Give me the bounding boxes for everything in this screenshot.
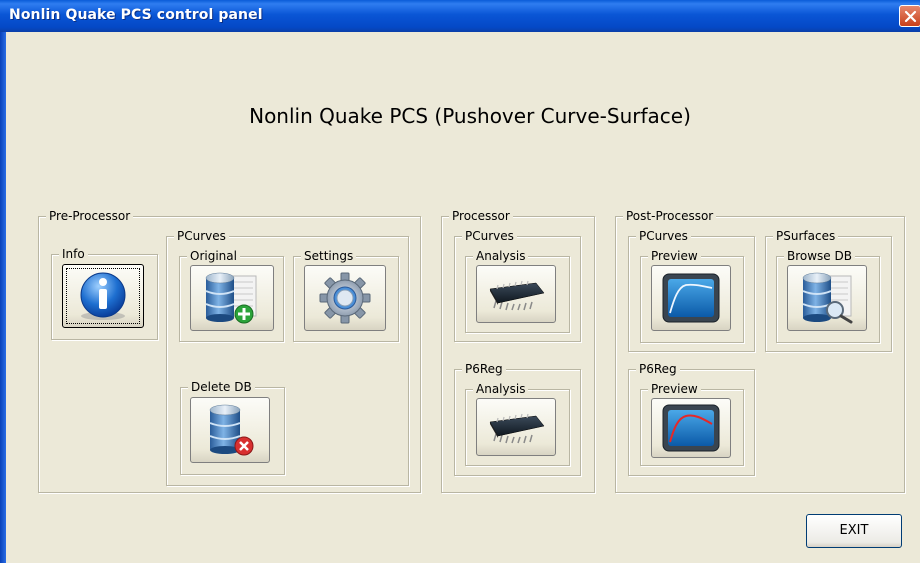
database-add-icon	[205, 272, 257, 324]
close-button[interactable]	[899, 5, 920, 27]
processor-label: Processor	[449, 208, 513, 224]
original-label: Original	[187, 248, 240, 264]
proc-pcurves-analysis-button[interactable]	[476, 265, 556, 323]
post-pcurves-label: PCurves	[636, 228, 691, 244]
post-p6reg-label: P6Reg	[636, 361, 680, 377]
post-processor-label: Post-Processor	[623, 208, 717, 224]
info-label: Info	[59, 246, 88, 262]
proc-pcurves-analysis-label: Analysis	[473, 248, 529, 264]
title-bar: Nonlin Quake PCS control panel	[0, 0, 920, 32]
browse-db-button[interactable]	[787, 265, 867, 331]
chip-icon	[489, 413, 545, 444]
pre-pcurves-label: PCurves	[174, 228, 229, 244]
exit-button[interactable]: EXIT	[806, 514, 902, 548]
database-delete-icon	[209, 404, 254, 456]
post-p6reg-preview-button[interactable]	[651, 398, 731, 458]
psurfaces-label: PSurfaces	[773, 228, 839, 244]
browse-db-label: Browse DB	[784, 248, 855, 264]
proc-p6reg-analysis-label: Analysis	[473, 381, 529, 397]
post-pcurves-preview-label: Preview	[648, 248, 701, 264]
original-button[interactable]	[190, 265, 274, 331]
settings-label: Settings	[301, 248, 357, 264]
post-pcurves-preview-button[interactable]	[651, 265, 731, 331]
proc-pcurves-label: PCurves	[462, 228, 517, 244]
window-title: Nonlin Quake PCS control panel	[9, 7, 263, 23]
delete-db-label: Delete DB	[188, 379, 255, 395]
database-search-icon	[802, 272, 853, 324]
post-p6reg-preview-label: Preview	[648, 381, 701, 397]
chip-icon	[489, 280, 545, 311]
close-icon	[904, 10, 917, 23]
curve-monitor-icon	[662, 273, 720, 323]
delete-db-button[interactable]	[190, 397, 270, 463]
settings-button[interactable]	[304, 265, 386, 331]
proc-p6reg-analysis-button[interactable]	[476, 398, 556, 456]
page-title: Nonlin Quake PCS (Pushover Curve-Surface…	[249, 104, 691, 128]
info-button[interactable]	[62, 264, 144, 328]
curve-monitor-icon	[662, 404, 720, 452]
info-icon	[80, 272, 126, 320]
pre-processor-label: Pre-Processor	[46, 208, 134, 224]
proc-p6reg-label: P6Reg	[462, 361, 506, 377]
gear-icon	[319, 272, 371, 324]
